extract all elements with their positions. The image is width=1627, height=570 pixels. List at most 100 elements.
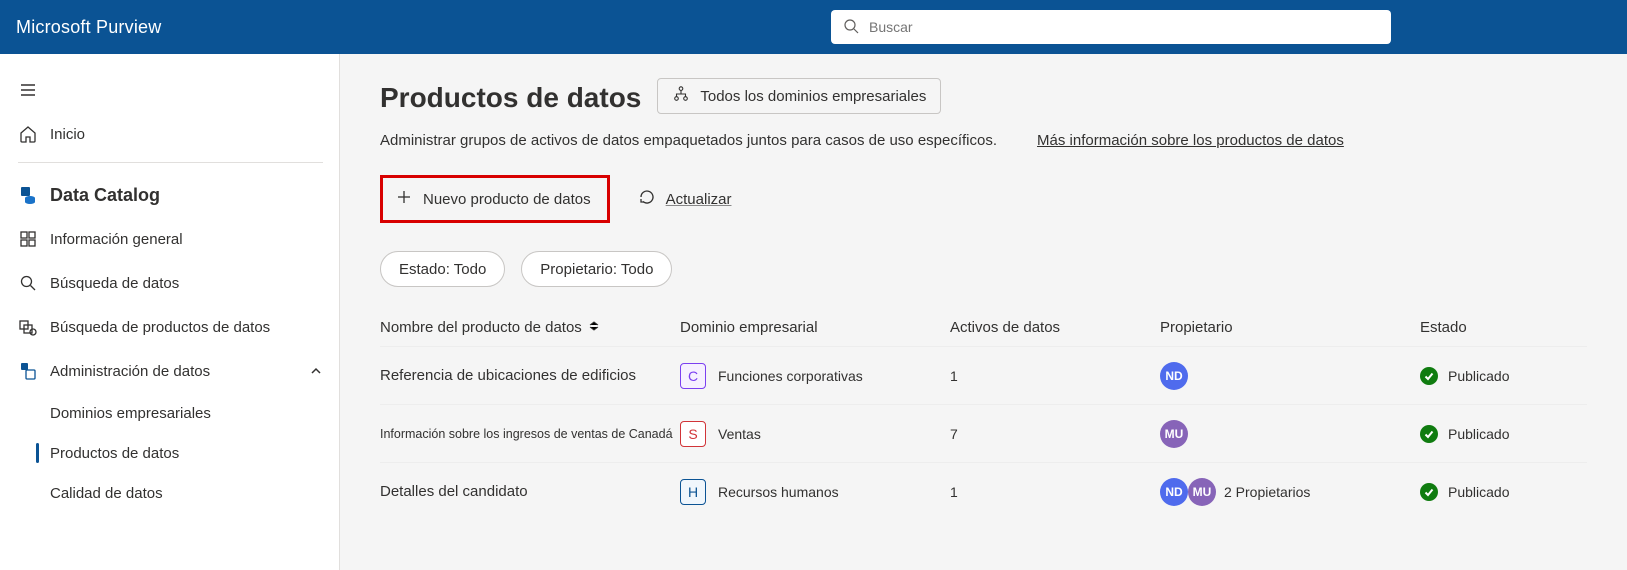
page-subtitle: Administrar grupos de activos de datos e… [380,132,1587,149]
sidebar-item-overview[interactable]: Información general [0,217,339,261]
sidebar: Inicio Data Catalog Información general … [0,54,340,570]
check-circle-icon [1420,483,1438,501]
product-search-icon [18,317,50,337]
col-label: Nombre del producto de datos [380,319,582,336]
avatar: ND [1160,478,1188,506]
global-search[interactable] [831,10,1391,44]
sidebar-item-product-search[interactable]: Búsqueda de productos de datos [0,305,339,349]
owner-cell: ND [1160,362,1420,390]
sidebar-item-label: Información general [50,231,183,248]
avatar: MU [1188,478,1216,506]
sidebar-sub-label: Dominios empresariales [50,405,211,422]
domain-cell: C Funciones corporativas [680,363,950,389]
new-data-product-button[interactable]: Nuevo producto de datos [385,180,601,218]
button-label: Actualizar [666,191,732,208]
asset-count: 7 [950,426,1160,442]
sidebar-item-data-search[interactable]: Búsqueda de datos [0,261,339,305]
filter-row: Estado: Todo Propietario: Todo [380,251,1587,287]
status-label: Publicado [1448,426,1510,442]
grid-icon [18,229,50,249]
search-input[interactable] [867,18,1379,36]
table-row[interactable]: Referencia de ubicaciones de edificiosCF… [380,346,1587,404]
col-name[interactable]: Nombre del producto de datos [380,319,680,336]
sidebar-item-label: Búsqueda de datos [50,275,179,292]
learn-more-link[interactable]: Más información sobre los productos de d… [1037,132,1344,149]
status-cell: Publicado [1420,367,1580,385]
table-row[interactable]: Detalles del candidatoH Recursos humanos 1… [380,462,1587,520]
domain-filter-chip[interactable]: Todos los dominios empresariales [657,78,941,114]
sitemap-icon [672,85,690,107]
status-label: Publicado [1448,484,1510,500]
avatar: MU [1160,420,1188,448]
domain-cell: S Ventas [680,421,950,447]
chevron-up-icon [309,364,323,378]
data-catalog-icon [18,185,50,205]
sidebar-item-data-admin[interactable]: Administración de datos [0,349,339,393]
refresh-icon [638,188,656,210]
hamburger-button[interactable] [0,68,339,112]
check-circle-icon [1420,367,1438,385]
sidebar-sub-label: Calidad de datos [50,485,163,502]
domain-badge: S [680,421,706,447]
status-cell: Publicado [1420,425,1580,443]
col-assets[interactable]: Activos de datos [950,319,1160,336]
sidebar-item-label: Búsqueda de productos de datos [50,319,270,336]
data-admin-icon [18,361,50,381]
domain-cell: H Recursos humanos [680,479,950,505]
domain-label: Recursos humanos [718,484,839,500]
sidebar-sub-business-domains[interactable]: Dominios empresariales [0,393,339,433]
col-status[interactable]: Estado [1420,319,1580,336]
domain-badge: C [680,363,706,389]
sidebar-item-home[interactable]: Inicio [0,112,339,156]
col-label: Activos de datos [950,319,1060,336]
owner-text: 2 Propietarios [1224,484,1310,500]
search-icon [18,273,50,293]
owner-cell: NDMU 2 Propietarios [1160,478,1420,506]
filter-owner[interactable]: Propietario: Todo [521,251,672,287]
sidebar-section-label: Data Catalog [50,185,160,206]
col-owner[interactable]: Propietario [1160,319,1420,336]
domain-label: Funciones corporativas [718,368,863,384]
domain-label: Ventas [718,426,761,442]
col-label: Propietario [1160,319,1233,336]
page-title: Productos de datos [380,82,641,114]
product-name: Referencia de ubicaciones de edificios [380,367,680,384]
domain-badge: H [680,479,706,505]
asset-count: 1 [950,484,1160,500]
refresh-button[interactable]: Actualizar [628,180,742,218]
shell: Inicio Data Catalog Información general … [0,54,1627,570]
top-bar: Microsoft Purview [0,0,1627,54]
sidebar-item-label: Inicio [50,126,85,143]
table-body: Referencia de ubicaciones de edificiosCF… [380,346,1587,520]
main-content: Productos de datos Todos los dominios em… [340,54,1627,570]
sidebar-item-label: Administración de datos [50,363,210,380]
sort-icon [588,319,600,336]
hamburger-icon [18,80,50,100]
sidebar-sub-data-products[interactable]: Productos de datos [0,433,339,473]
col-label: Estado [1420,319,1467,336]
data-products-table: Nombre del producto de datos Dominio emp… [380,309,1587,520]
toolbar: Nuevo producto de datos Actualizar [380,175,1587,223]
col-label: Dominio empresarial [680,319,818,336]
sidebar-sub-data-quality[interactable]: Calidad de datos [0,473,339,513]
button-label: Nuevo producto de datos [423,191,591,208]
brand-title: Microsoft Purview [16,17,161,38]
avatar: ND [1160,362,1188,390]
asset-count: 1 [950,368,1160,384]
check-circle-icon [1420,425,1438,443]
title-row: Productos de datos Todos los dominios em… [380,82,1587,118]
table-header: Nombre del producto de datos Dominio emp… [380,309,1587,346]
product-name: Detalles del candidato [380,483,680,500]
sidebar-sub-label: Productos de datos [50,445,179,462]
status-label: Publicado [1448,368,1510,384]
sidebar-section-data-catalog[interactable]: Data Catalog [0,173,339,217]
filter-status[interactable]: Estado: Todo [380,251,505,287]
owner-cell: MU [1160,420,1420,448]
status-cell: Publicado [1420,483,1580,501]
col-domain[interactable]: Dominio empresarial [680,319,950,336]
highlight-box: Nuevo producto de datos [380,175,610,223]
table-row[interactable]: Información sobre los ingresos de ventas… [380,404,1587,462]
divider [18,162,323,163]
home-icon [18,124,50,144]
search-icon [843,18,859,37]
